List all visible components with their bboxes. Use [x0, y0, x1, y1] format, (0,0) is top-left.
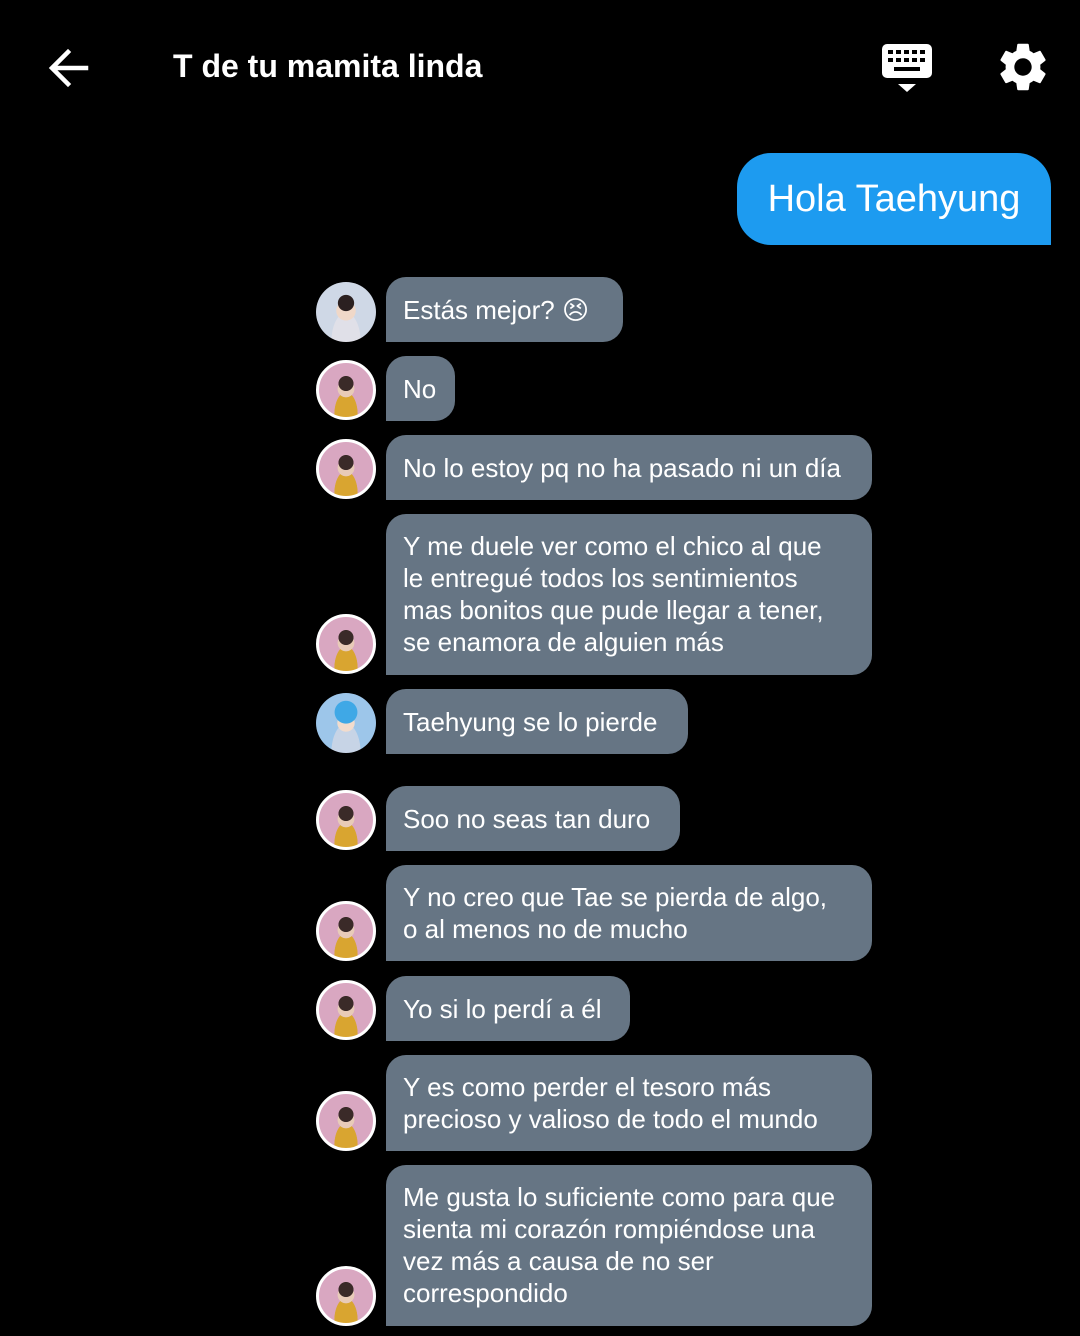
- message-bubble[interactable]: Yo si lo perdí a él: [386, 976, 630, 1041]
- avatar[interactable]: [316, 693, 376, 753]
- message-bubble[interactable]: No: [386, 356, 455, 421]
- avatar[interactable]: [316, 1091, 376, 1151]
- avatar[interactable]: [316, 614, 376, 674]
- avatar[interactable]: [316, 901, 376, 961]
- message-bubble[interactable]: Y me duele ver como el chico al que le e…: [386, 514, 872, 675]
- avatar[interactable]: [316, 980, 376, 1040]
- avatar[interactable]: [316, 282, 376, 342]
- avatar[interactable]: [316, 360, 376, 420]
- sent-message[interactable]: Hola Taehyung: [737, 153, 1051, 245]
- message-bubble[interactable]: Y no creo que Tae se pierda de algo, o a…: [386, 865, 872, 961]
- avatar[interactable]: [316, 439, 376, 499]
- avatar[interactable]: [316, 790, 376, 850]
- message-bubble[interactable]: No lo estoy pq no ha pasado ni un día: [386, 435, 872, 500]
- message-bubble[interactable]: Me gusta lo suficiente como para que sie…: [386, 1165, 872, 1326]
- message-bubble[interactable]: Taehyung se lo pierde: [386, 689, 688, 754]
- chat-thread: Hola Taehyung Estás mejor? 😣 No No lo es…: [0, 0, 1080, 1336]
- message-bubble[interactable]: Estás mejor? 😣: [386, 277, 623, 342]
- avatar[interactable]: [316, 1266, 376, 1326]
- message-bubble[interactable]: Soo no seas tan duro: [386, 786, 680, 851]
- message-bubble[interactable]: Y es como perder el tesoro más precioso …: [386, 1055, 872, 1151]
